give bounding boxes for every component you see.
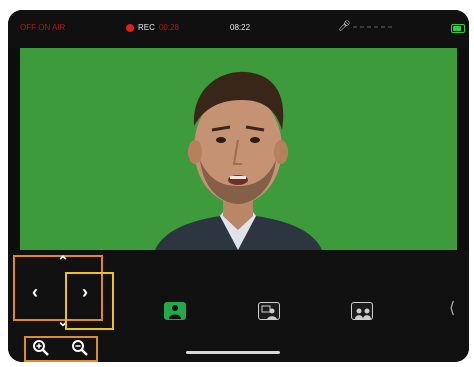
chevron-left-icon[interactable]: ‹ (26, 283, 44, 301)
device-screen: OFF ON AIR REC 00:28 08:22 🎤︎ ⌃ ‹ › ⌄ ⟨ (8, 10, 469, 362)
pan-right-highlight (65, 272, 114, 330)
battery-icon (451, 24, 465, 33)
status-bar: OFF ON AIR REC 00:28 08:22 🎤︎ (8, 10, 469, 48)
on-air-status: OFF ON AIR (20, 23, 66, 32)
camera-preview (20, 48, 457, 250)
zoom-in-icon[interactable] (32, 339, 50, 357)
chevron-up-icon[interactable]: ⌃ (54, 252, 72, 270)
record-indicator[interactable]: REC 00:28 (126, 23, 179, 32)
home-indicator[interactable] (186, 351, 280, 354)
camera-controls: ⌃ ‹ › ⌄ ⟨ (8, 250, 469, 362)
picture-in-picture-icon[interactable] (258, 302, 280, 320)
side-by-side-icon[interactable] (351, 302, 373, 320)
record-time: 00:28 (158, 23, 179, 32)
clock: 08:22 (230, 23, 251, 32)
record-label: REC (138, 23, 155, 32)
record-dot-icon (126, 23, 134, 32)
presenter-video-frame (155, 71, 322, 250)
microphone-icon[interactable]: 🎤︎ (338, 21, 351, 32)
audio-level-meter (353, 26, 392, 28)
zoom-out-icon[interactable] (71, 339, 89, 357)
more-options-chevron-icon[interactable]: ⟨ (449, 301, 455, 317)
single-person-icon[interactable] (164, 302, 186, 320)
